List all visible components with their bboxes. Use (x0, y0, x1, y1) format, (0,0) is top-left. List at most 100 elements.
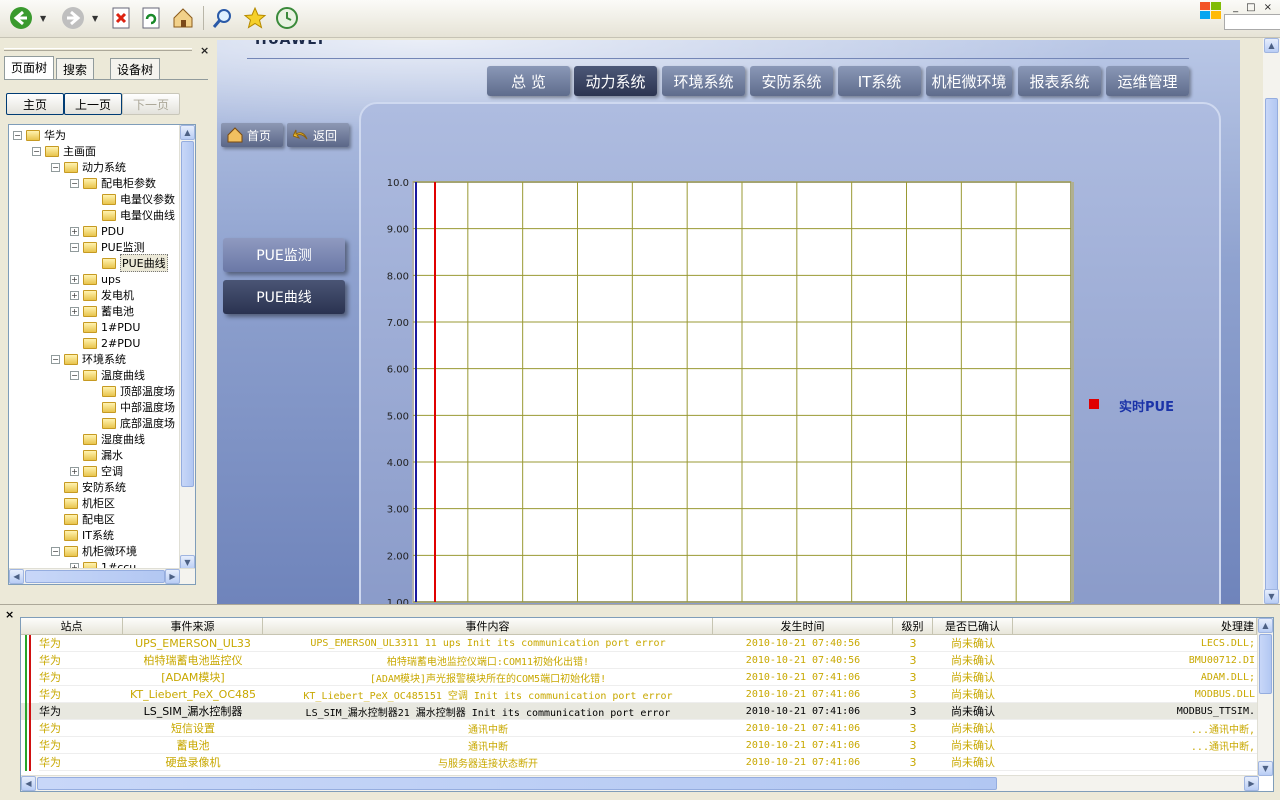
collapse-icon[interactable]: − (51, 162, 60, 172)
table-row[interactable]: 华为 硬盘录像机 与服务器连接状态断开 2010-10-21 07:41:06 3 尚未确… (21, 754, 1257, 771)
home-page-button[interactable]: 主页 (6, 93, 64, 115)
forward-icon[interactable] (60, 5, 86, 31)
next-page-button[interactable]: 下一页 (122, 93, 180, 115)
nav-reports[interactable]: 报表系统 (1018, 66, 1101, 96)
tree-item[interactable]: PUE曲线 (89, 254, 168, 272)
tree-item[interactable]: 1#PDU (70, 319, 140, 335)
scroll-thumb[interactable] (37, 777, 997, 790)
nav-environment[interactable]: 环境系统 (662, 66, 745, 96)
back-dropdown-icon[interactable]: ▼ (40, 14, 46, 23)
table-row[interactable]: 华为 [ADAM模块] [ADAM模块]声光报警模块所在的COM5端口初始化错! 20… (21, 669, 1257, 686)
stop-icon[interactable] (108, 5, 134, 31)
scroll-up-icon[interactable]: ▲ (180, 125, 195, 140)
table-row[interactable]: 华为 蓄电池 通讯中断 2010-10-21 07:41:06 3 尚未确认 ...通讯中断… (21, 737, 1257, 754)
column-time-header[interactable]: 发生时间 (713, 618, 893, 635)
home-button[interactable]: 首页 (221, 123, 283, 147)
column-confirmed-header[interactable]: 是否已确认 (933, 618, 1013, 635)
nav-maintenance[interactable]: 运维管理 (1106, 66, 1189, 96)
tab-device-tree[interactable]: 设备树 (110, 58, 161, 80)
tree-item[interactable]: 配电区 (51, 511, 115, 527)
close-panel-icon[interactable]: × (200, 44, 209, 57)
tree-item[interactable]: 电量仪参数 (89, 191, 175, 207)
panel-grip[interactable] (4, 48, 192, 51)
nav-cabinet[interactable]: 机柜微环境 (926, 66, 1012, 96)
collapse-icon[interactable]: − (70, 242, 79, 252)
search-icon[interactable] (210, 5, 236, 31)
collapse-icon[interactable]: − (70, 178, 79, 188)
home-icon[interactable] (170, 5, 196, 31)
close-button[interactable]: × (1264, 2, 1272, 13)
tree-item[interactable]: + PDU (70, 223, 124, 239)
expand-icon[interactable]: + (70, 466, 79, 476)
tree-item[interactable]: + 发电机 (70, 287, 134, 303)
back-icon[interactable] (8, 5, 34, 31)
tree-vertical-scrollbar[interactable]: ▲ ▼ (179, 125, 195, 570)
column-level-header[interactable]: 级别 (893, 618, 933, 635)
column-site-header[interactable]: 站点 (21, 618, 123, 635)
collapse-icon[interactable]: − (51, 354, 60, 364)
tree-item[interactable]: 安防系统 (51, 479, 126, 495)
close-panel-icon[interactable]: × (5, 608, 14, 621)
tree-item[interactable]: 漏水 (70, 447, 123, 463)
scroll-left-icon[interactable]: ◀ (9, 569, 24, 584)
table-row[interactable]: 华为 柏特瑞蓄电池监控仪 柏特瑞蓄电池监控仪端口:COM11初始化出错! 2010-1… (21, 652, 1257, 669)
expand-icon[interactable]: + (70, 290, 79, 300)
main-vertical-scrollbar[interactable]: ▲ ▼ (1263, 38, 1280, 604)
tree-item[interactable]: 湿度曲线 (70, 431, 145, 447)
minimize-button[interactable]: _ (1233, 2, 1238, 13)
tree-item[interactable]: 机柜区 (51, 495, 115, 511)
tree-horizontal-scrollbar[interactable]: ◀ ▶ (9, 568, 195, 584)
address-box[interactable] (1224, 14, 1280, 30)
tree-item[interactable]: 顶部温度场 (89, 383, 175, 399)
nav-it[interactable]: IT系统 (838, 66, 921, 96)
expand-icon[interactable]: + (70, 306, 79, 316)
tree-item[interactable]: − 温度曲线 (70, 367, 145, 383)
column-source-header[interactable]: 事件来源 (123, 618, 263, 635)
collapse-icon[interactable]: − (32, 146, 41, 156)
tab-search[interactable]: 搜索 (56, 58, 95, 80)
grid-vertical-scrollbar[interactable]: ▲ ▼ (1257, 618, 1273, 776)
grid-horizontal-scrollbar[interactable]: ◀ ▶ (21, 775, 1259, 791)
scroll-thumb[interactable] (1259, 634, 1272, 694)
tree-item[interactable]: − 华为 (13, 127, 66, 143)
column-content-header[interactable]: 事件内容 (263, 618, 713, 635)
tree-item[interactable]: − PUE监测 (70, 239, 145, 255)
pue-curve-button[interactable]: PUE曲线 (223, 280, 345, 314)
tree-item[interactable]: + 空调 (70, 463, 123, 479)
tree-item[interactable]: − 环境系统 (51, 351, 126, 367)
tree-item[interactable]: + 蓄电池 (70, 303, 134, 319)
nav-security[interactable]: 安防系统 (750, 66, 833, 96)
tree-item[interactable]: − 配电柜参数 (70, 175, 156, 191)
tree-item[interactable]: IT系统 (51, 527, 114, 543)
nav-power[interactable]: 动力系统 (574, 66, 657, 96)
tab-page-tree[interactable]: 页面树 (4, 56, 55, 80)
tree-item[interactable]: − 动力系统 (51, 159, 126, 175)
tree-item[interactable]: 中部温度场 (89, 399, 175, 415)
history-icon[interactable] (274, 5, 300, 31)
table-row[interactable]: 华为 短信设置 通讯中断 2010-10-21 07:41:06 3 尚未确认 ...通讯中… (21, 720, 1257, 737)
prev-page-button[interactable]: 上一页 (64, 93, 122, 115)
collapse-icon[interactable]: − (13, 130, 22, 140)
scroll-right-icon[interactable]: ▶ (165, 569, 180, 584)
tree-item[interactable]: + ups (70, 271, 121, 287)
expand-icon[interactable]: + (70, 274, 79, 284)
scroll-thumb[interactable] (1265, 98, 1278, 598)
scroll-right-icon[interactable]: ▶ (1244, 776, 1259, 791)
back-button[interactable]: 返回 (287, 123, 349, 147)
expand-icon[interactable]: + (70, 226, 79, 236)
tree-item[interactable]: 底部温度场 (89, 415, 175, 431)
tree-item[interactable]: 电量仪曲线 (89, 207, 175, 223)
tree-item[interactable]: 2#PDU (70, 335, 140, 351)
favorites-icon[interactable] (242, 5, 268, 31)
scroll-thumb[interactable] (181, 141, 194, 487)
tree-item[interactable]: − 主画面 (32, 143, 96, 159)
table-row[interactable]: 华为 KT_Liebert_PeX_OC485 KT_Liebert_PeX_OC4… (21, 686, 1257, 703)
collapse-icon[interactable]: − (70, 370, 79, 380)
collapse-icon[interactable]: − (51, 546, 60, 556)
table-row[interactable]: 华为 UPS_EMERSON_UL33 UPS_EMERSON_UL3311 11 … (21, 635, 1257, 652)
refresh-icon[interactable] (138, 5, 164, 31)
restore-button[interactable]: □ (1246, 2, 1255, 13)
tree-item[interactable]: − 机柜微环境 (51, 543, 137, 559)
scroll-up-icon[interactable]: ▲ (1264, 38, 1279, 53)
scroll-down-icon[interactable]: ▼ (1264, 589, 1279, 604)
